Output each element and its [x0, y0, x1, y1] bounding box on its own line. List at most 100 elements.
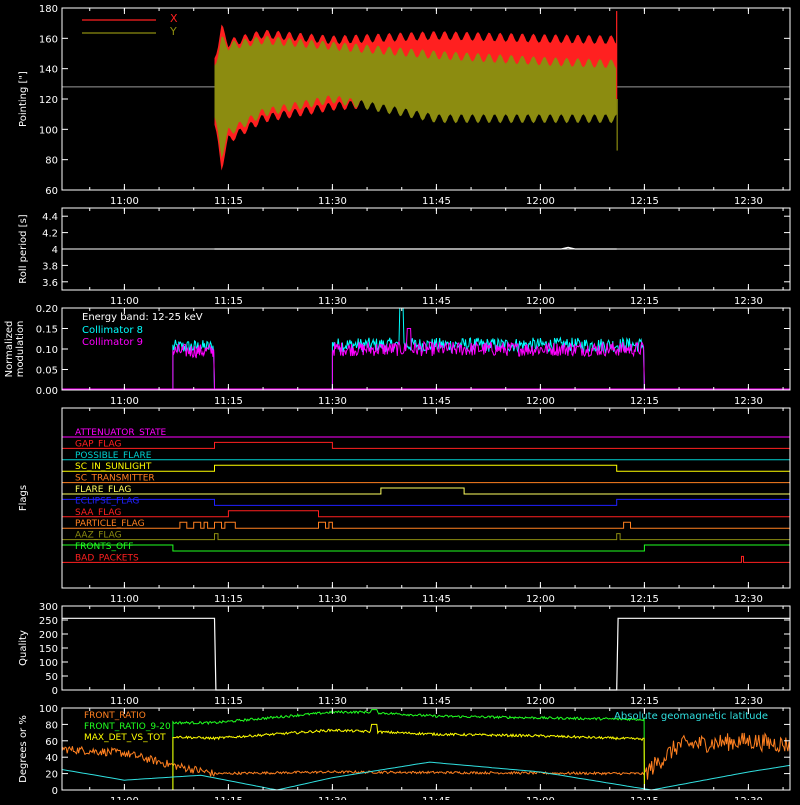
y-axis-label: Quality: [18, 630, 29, 666]
y-tick-label: 160: [39, 34, 58, 45]
y-tick-label: 100: [39, 704, 58, 715]
series-front-ratio-9-20: [172, 709, 645, 791]
x-tick-label: 12:30: [734, 594, 763, 605]
y-tick-label: 0: [52, 686, 58, 697]
x-tick-label: 11:45: [422, 296, 451, 307]
y-tick-label: 4.2: [42, 229, 58, 240]
y-tick-label: 250: [39, 616, 58, 627]
y-tick-label: 0.00: [36, 386, 58, 397]
flag-line-bad-packets: [62, 555, 790, 563]
series-max-det-vs-tot: [172, 723, 645, 791]
panel-quality: 11:00 11:15 11:30 11:45 12:00 12:15 12:30 0 50 10…: [18, 602, 791, 707]
x-tick-label: 11:30: [318, 396, 347, 407]
y-axis-label: Pointing ["]: [18, 71, 29, 127]
series-collimator-9-segment: [331, 328, 645, 391]
x-tick-label: 11:45: [422, 196, 451, 207]
x-tick-label: 11:30: [318, 696, 347, 707]
x-tick-label: 12:15: [630, 594, 659, 605]
y-tick-label: 3.6: [42, 278, 58, 289]
y-tick-label: 0.15: [36, 325, 58, 336]
flag-line-flare-flag: [62, 487, 790, 495]
y-tick-label: 4: [52, 245, 58, 256]
flag-label-flare-flag: FLARE_FLAG: [75, 485, 131, 495]
flag-label-eclipse-flag: ECLIPSE_FLAG: [75, 496, 139, 506]
y-tick-label: 0.10: [36, 345, 58, 356]
flag-label-attenuator-state: ATTENUATOR_STATE: [75, 428, 167, 438]
y-tick-label: 0.05: [36, 366, 58, 377]
flag-line-fronts-off: [61, 544, 791, 552]
panel-modulation: Energy band: 12-25 keV Collimator 8Collim…: [4, 304, 791, 407]
x-tick-label: 11:00: [110, 296, 139, 307]
y-tick-label: 80: [45, 156, 58, 167]
flag-line-gap-flag: [62, 441, 790, 449]
energy-band-annotation: Energy band: 12-25 keV: [82, 312, 203, 323]
x-tick-label: 11:45: [422, 696, 451, 707]
x-tick-label: 11:00: [110, 696, 139, 707]
flag-label-gap-flag: GAP_FLAG: [75, 439, 121, 449]
x-tick-label: 12:30: [734, 296, 763, 307]
flag-label-sc-in-sunlight: SC_IN_SUNLIGHT: [75, 462, 152, 472]
panel-ratios: FRONT_RATIOFRONT_RATIO_9-20MAX_DET_VS_TO…: [18, 704, 791, 805]
flag-label-saa-flag: SAA_FLAG: [75, 508, 121, 518]
x-tick-label: 11:15: [214, 296, 243, 307]
y-axis-label: Degrees or %: [18, 715, 29, 783]
x-tick-label: 11:00: [110, 594, 139, 605]
x-tick-label: 12:15: [630, 696, 659, 707]
legend-label-front-ratio-9-20: FRONT_RATIO_9-20: [84, 722, 171, 732]
legend-label-x: X: [170, 12, 178, 25]
y-tick-label: 300: [39, 602, 58, 613]
panel-pointing: XY 11:00 11:15 11:30 11:45 12:00 12:15 12:30 60 8…: [18, 4, 791, 207]
x-tick-label: 12:30: [734, 796, 763, 800]
x-tick-label: 12:30: [734, 196, 763, 207]
x-tick-label: 11:15: [214, 594, 243, 605]
y-tick-label: 150: [39, 644, 58, 655]
y-axis-label: Normalizedmodulation: [4, 321, 26, 378]
flag-label-fronts-off: FRONTS_OFF: [75, 542, 133, 552]
y-tick-label: 20: [45, 770, 58, 781]
x-tick-label: 11:45: [422, 594, 451, 605]
x-tick-label: 11:30: [318, 796, 347, 800]
x-tick-label: 11:15: [214, 696, 243, 707]
x-tick-label: 12:00: [526, 594, 555, 605]
legend-label-max-det-vs-tot: MAX_DET_VS_TOT: [84, 733, 166, 743]
x-tick-label: 12:30: [734, 696, 763, 707]
x-tick-label: 12:00: [526, 196, 555, 207]
x-tick-label: 11:45: [422, 796, 451, 800]
y-tick-label: 140: [39, 65, 58, 76]
series-front-ratio: [61, 732, 791, 780]
x-tick-label: 11:30: [318, 296, 347, 307]
y-axis-label: Flags: [18, 485, 29, 511]
flag-line-particle-flag: [62, 521, 790, 529]
flag-label-bad-packets: BAD_PACKETS: [75, 553, 139, 563]
y-tick-label: 0: [52, 786, 58, 797]
x-tick-label: 12:15: [630, 296, 659, 307]
y-axis-label: Roll period [s]: [18, 214, 29, 283]
x-tick-label: 12:15: [630, 796, 659, 800]
quicklook-chart-stack: XY 11:00 11:15 11:30 11:45 12:00 12:15 12:30 60 8…: [4, 4, 791, 805]
series-collimator-9-segment: [172, 342, 215, 391]
series-roll-period: [214, 246, 617, 250]
y-tick-label: 100: [39, 125, 58, 136]
x-tick-label: 12:00: [526, 296, 555, 307]
x-tick-label: 11:00: [110, 196, 139, 207]
flag-line-sc-in-sunlight: [62, 464, 790, 472]
flag-line-saa-flag: [62, 510, 790, 518]
x-tick-label: 11:30: [318, 594, 347, 605]
x-tick-label: 12:15: [630, 196, 659, 207]
x-tick-label: 11:15: [214, 396, 243, 407]
x-tick-label: 12:30: [734, 396, 763, 407]
flag-line-eclipse-flag: [61, 498, 791, 506]
y-tick-label: 0.20: [36, 304, 58, 315]
x-tick-label: 12:00: [526, 396, 555, 407]
x-tick-label: 11:00: [110, 396, 139, 407]
x-tick-label: 11:00: [110, 796, 139, 800]
y-tick-label: 4.4: [42, 212, 58, 223]
x-tick-label: 12:00: [526, 796, 555, 800]
legend-label-front-ratio: FRONT_RATIO: [84, 711, 146, 721]
x-tick-label: 11:15: [214, 196, 243, 207]
panel-frame: [61, 407, 791, 589]
hessi-quicklook-plot: X Y 11:00 11:15 11:30 11:45 12:00 12:15 12:30 60 8…: [0, 0, 800, 805]
x-tick-label: 12:00: [526, 696, 555, 707]
series-quality: [62, 617, 790, 691]
geomagnetic-latitude-annotation: Absolute geomagnetic latitude: [614, 711, 768, 722]
